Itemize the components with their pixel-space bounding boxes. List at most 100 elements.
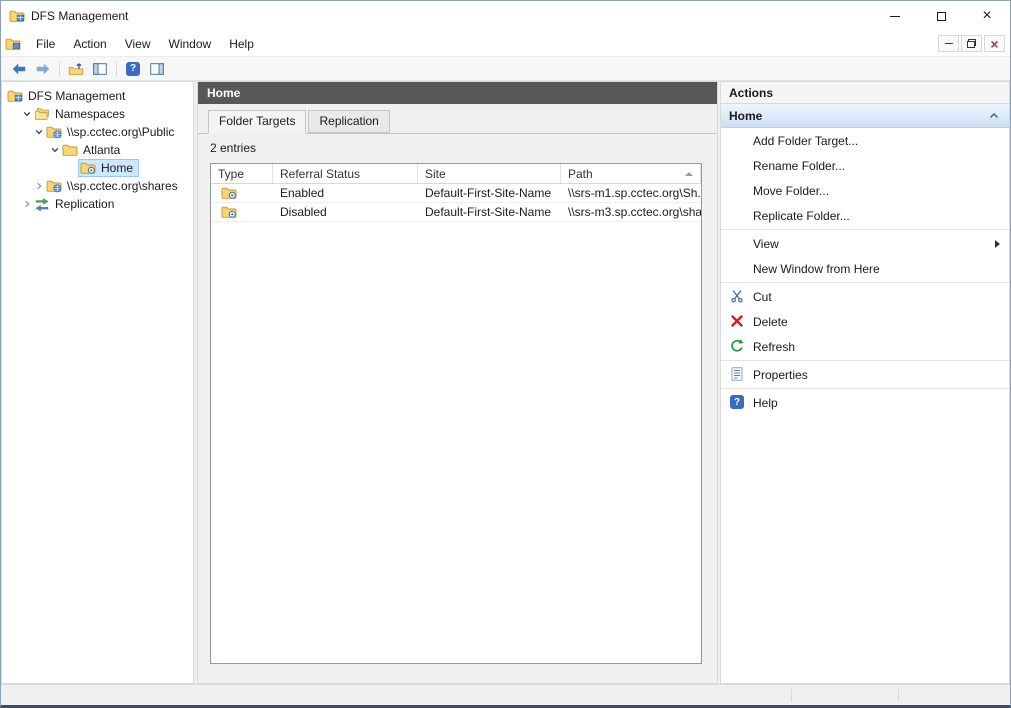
column-header-label: Path xyxy=(568,167,593,181)
close-button[interactable]: × xyxy=(964,1,1010,31)
status-bar-separator xyxy=(791,689,792,702)
action-delete[interactable]: Delete xyxy=(721,309,1009,334)
column-header-path[interactable]: Path xyxy=(561,164,701,183)
entries-count: 2 entries xyxy=(210,141,257,155)
toggle-action-pane-button[interactable] xyxy=(145,58,169,79)
chevron-down-icon[interactable] xyxy=(32,125,46,139)
cell-site: Default-First-Site-Name xyxy=(425,205,552,219)
help-glyph: ? xyxy=(733,396,741,408)
tab-replication[interactable]: Replication xyxy=(308,110,390,133)
tree-item-home[interactable]: Home xyxy=(2,159,193,177)
folder-target-row[interactable]: Enabled Default-First-Site-Name \\srs-m1… xyxy=(211,184,701,203)
chevron-down-icon[interactable] xyxy=(48,143,62,157)
list-empty-area xyxy=(211,222,701,663)
cell-referral-status: Disabled xyxy=(280,205,327,219)
toolbar: ? xyxy=(1,57,1010,81)
chevron-up-icon xyxy=(989,112,999,118)
status-bar xyxy=(1,684,1010,705)
toggle-console-tree-button[interactable] xyxy=(88,58,112,79)
tree-item-label: \\sp.cctec.org\Public xyxy=(67,125,175,139)
action-refresh[interactable]: Refresh xyxy=(721,334,1009,359)
app-icon xyxy=(9,8,25,24)
action-label: Add Folder Target... xyxy=(753,133,859,148)
cell-type xyxy=(211,185,273,201)
close-icon: × xyxy=(982,7,992,24)
help-badge: ? xyxy=(730,395,744,409)
mdi-minimize-icon xyxy=(944,43,953,44)
tab-folder-targets[interactable]: Folder Targets xyxy=(208,110,307,134)
action-move-folder[interactable]: Move Folder... xyxy=(721,178,1009,203)
tree-selection: Home xyxy=(78,159,140,177)
up-one-level-button[interactable] xyxy=(64,58,88,79)
list-header: Type Referral Status Site Path xyxy=(211,164,701,184)
folder-target-row[interactable]: Disabled Default-First-Site-Name \\srs-m… xyxy=(211,203,701,222)
dfs-management-window: DFS Management × File Action View Window… xyxy=(0,0,1011,708)
namespace-icon xyxy=(46,124,64,140)
tree-item-namespace-shares[interactable]: \\sp.cctec.org\shares xyxy=(2,177,193,195)
help-button[interactable]: ? xyxy=(121,58,145,79)
forward-button[interactable] xyxy=(31,58,55,79)
mdi-restore-icon xyxy=(967,39,976,48)
action-label: Replicate Folder... xyxy=(753,208,850,223)
tree-item-dfs-management[interactable]: DFS Management xyxy=(2,87,193,105)
menu-action[interactable]: Action xyxy=(64,33,115,55)
cell-site: Default-First-Site-Name xyxy=(425,186,552,200)
mdi-close-icon: × xyxy=(990,35,999,52)
mdi-restore-button[interactable] xyxy=(961,35,982,52)
action-rename-folder[interactable]: Rename Folder... xyxy=(721,153,1009,178)
action-label: Move Folder... xyxy=(753,183,830,198)
namespace-icon xyxy=(46,178,64,194)
folder-target-icon xyxy=(221,185,239,201)
chevron-right-icon[interactable] xyxy=(20,197,34,211)
chevron-down-icon[interactable] xyxy=(20,107,34,121)
tree-item-atlanta[interactable]: Atlanta xyxy=(2,141,193,159)
properties-icon xyxy=(729,366,745,382)
chevron-right-icon[interactable] xyxy=(32,179,46,193)
actions-section-title: Home xyxy=(729,108,763,123)
mdi-minimize-button[interactable] xyxy=(938,35,959,52)
tree-item-label: DFS Management xyxy=(28,89,126,103)
mdi-window-controls: × xyxy=(938,35,1005,52)
cut-icon xyxy=(729,288,745,304)
window-title: DFS Management xyxy=(31,9,129,23)
actions-separator xyxy=(721,388,1009,389)
actions-separator xyxy=(721,282,1009,283)
action-new-window-from-here[interactable]: New Window from Here xyxy=(721,256,1009,281)
folder-target-icon xyxy=(221,204,239,220)
action-help[interactable]: ? Help xyxy=(721,390,1009,415)
menu-window[interactable]: Window xyxy=(160,33,221,55)
actions-section-header[interactable]: Home xyxy=(721,104,1009,128)
tree-item-namespaces[interactable]: Namespaces xyxy=(2,105,193,123)
back-button[interactable] xyxy=(7,58,31,79)
column-header-type[interactable]: Type xyxy=(211,164,273,183)
replication-icon xyxy=(34,196,52,212)
tree-item-namespace-public[interactable]: \\sp.cctec.org\Public xyxy=(2,123,193,141)
actions-pane-title: Actions xyxy=(721,82,1009,104)
menu-view[interactable]: View xyxy=(116,33,160,55)
action-label: Cut xyxy=(753,289,772,304)
column-header-referral-status[interactable]: Referral Status xyxy=(273,164,418,183)
folder-targets-list: Type Referral Status Site Path Enabled D… xyxy=(210,163,702,664)
minimize-button[interactable] xyxy=(872,1,918,31)
submenu-arrow-icon xyxy=(995,239,1000,248)
maximize-button[interactable] xyxy=(918,1,964,31)
show-hide-action-pane-icon xyxy=(150,62,164,75)
action-label: Refresh xyxy=(753,339,796,354)
tree-item-replication[interactable]: Replication xyxy=(2,195,193,213)
toolbar-separator xyxy=(116,61,117,76)
collapse-section-button[interactable] xyxy=(987,109,1001,123)
delete-icon xyxy=(729,313,745,329)
action-add-folder-target[interactable]: Add Folder Target... xyxy=(721,128,1009,153)
action-replicate-folder[interactable]: Replicate Folder... xyxy=(721,203,1009,228)
result-pane-title: Home xyxy=(207,86,241,100)
column-header-site[interactable]: Site xyxy=(418,164,561,183)
action-properties[interactable]: Properties xyxy=(721,362,1009,387)
menu-help[interactable]: Help xyxy=(220,33,263,55)
actions-pane: Actions Home Add Folder Target... Rename… xyxy=(720,81,1010,684)
title-bar: DFS Management × xyxy=(1,1,1010,31)
menu-file[interactable]: File xyxy=(27,33,64,55)
action-cut[interactable]: Cut xyxy=(721,284,1009,309)
action-view[interactable]: View xyxy=(721,231,1009,256)
mdi-close-button[interactable]: × xyxy=(984,35,1005,52)
sort-ascending-icon xyxy=(685,172,693,176)
